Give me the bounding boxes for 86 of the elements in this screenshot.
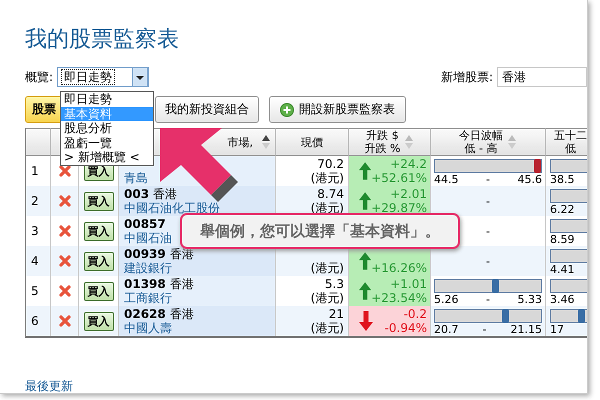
delete-icon[interactable] [58,255,70,267]
row-number: 2 [26,186,51,216]
column-header[interactable]: 現價 [276,128,349,156]
dropdown-caret-icon [132,67,148,87]
portfolio-button[interactable]: 我的新投資組合 [155,96,259,123]
delete-icon[interactable] [58,225,70,237]
buy-button[interactable]: 買入 [84,222,114,240]
delete-icon[interactable] [58,165,70,177]
week52-low: 4.41 [550,263,574,276]
buy-button[interactable]: 買入 [84,252,114,270]
week52-low: 6.22 [550,203,574,216]
row-number: 6 [26,306,51,336]
currency-text: (港元) [310,261,344,275]
stock-code: 003 [124,187,150,201]
new-watchlist-button[interactable]: 開設新股票監察表 [269,96,406,123]
delete-icon[interactable] [58,285,70,297]
column-header[interactable]: 升跌 $ 升跌 % [349,128,431,156]
buy-button[interactable]: 買入 [84,282,114,300]
add-icon [280,102,294,116]
change-amount: +24.2 [390,157,427,171]
stock-code: 00857 [124,217,166,231]
change-percent: +52.61% [371,171,427,185]
price-text: 70.2 [317,157,344,171]
change-percent: -0.94% [384,321,427,335]
stock-name-link[interactable]: 中國石油化工股份 [124,201,220,215]
price-text: 5.3 [324,277,344,291]
week52-low: 3.46 [550,293,574,306]
range-low: 20.7 [434,323,458,336]
price-text: 8.74 [317,187,344,201]
change-percent: +16.26% [371,261,427,275]
hint-tooltip: 舉個例，您可以選擇「基本資料」。 [180,213,460,249]
range-separator: - [486,224,490,238]
overview-dropdown[interactable]: 即日走勢 [57,67,150,87]
menu-item[interactable]: 股息分析 [61,121,153,136]
stock-code: 00939 [124,247,166,261]
stock-name-link[interactable]: 青島 [124,171,148,185]
stock-name-link[interactable]: 中國石油 [124,231,172,245]
page-title: 我的股票監察表 [25,26,180,54]
row-number: 4 [26,246,51,276]
stock-code: 02628 [124,307,166,321]
range-separator: - [486,173,490,186]
last-updated-link[interactable]: 最後更新 [25,379,73,393]
delete-icon[interactable] [58,315,70,327]
range-low: 44.5 [434,173,458,186]
delete-icon[interactable] [58,195,70,207]
market-label: 香港 [170,277,194,291]
buy-button[interactable]: 買入 [84,312,114,330]
change-amount: -0.2 [404,307,427,321]
market-label: 香港 [153,187,178,201]
add-stock-field[interactable]: 香港 [497,67,587,87]
change-percent: +29.87% [371,201,427,215]
change-percent: +23.54% [371,291,427,305]
price-text: 21 [328,307,344,321]
sort-icon [261,134,271,150]
stock-name-link[interactable]: 中國人壽 [124,321,172,335]
add-stock-label: 新增股票: [440,68,493,86]
range-separator: - [486,254,490,268]
column-header[interactable]: 今日波幅 低 - 高 [431,128,546,156]
range-separator: - [482,323,486,336]
stock-name-link[interactable]: 建設銀行 [124,261,172,275]
change-amount: +2.01 [390,187,427,201]
currency-text: (港元) [310,171,344,185]
sort-icon [404,134,414,150]
range-separator: - [486,194,490,208]
week52-low: 38.5 [550,173,574,186]
range-high: 21.15 [510,323,542,336]
sort-icon [507,134,517,150]
column-header[interactable]: 五十二 低 [546,128,587,156]
stock-name-link[interactable]: 工商銀行 [124,291,172,305]
buy-button[interactable]: 買入 [84,192,114,210]
header-cell [26,128,51,156]
week52-low: 17 [550,323,564,336]
overview-label: 概覽: [25,68,54,86]
range-separator: - [486,293,490,306]
market-label: 香港 [170,247,194,261]
menu-item[interactable]: 即日走勢 [61,92,153,107]
range-low: 5.26 [434,293,458,306]
range-high: 45.6 [517,173,542,186]
market-label: 香港 [170,307,194,321]
change-amount: +1.01 [390,277,427,291]
menu-item[interactable]: 盈虧一覽 [61,136,153,150]
currency-text: (港元) [310,291,344,305]
stock-code: 01398 [124,277,166,291]
currency-text: (港元) [310,321,344,335]
week52-low: 8.59 [550,233,574,246]
range-high: 5.33 [517,293,542,306]
